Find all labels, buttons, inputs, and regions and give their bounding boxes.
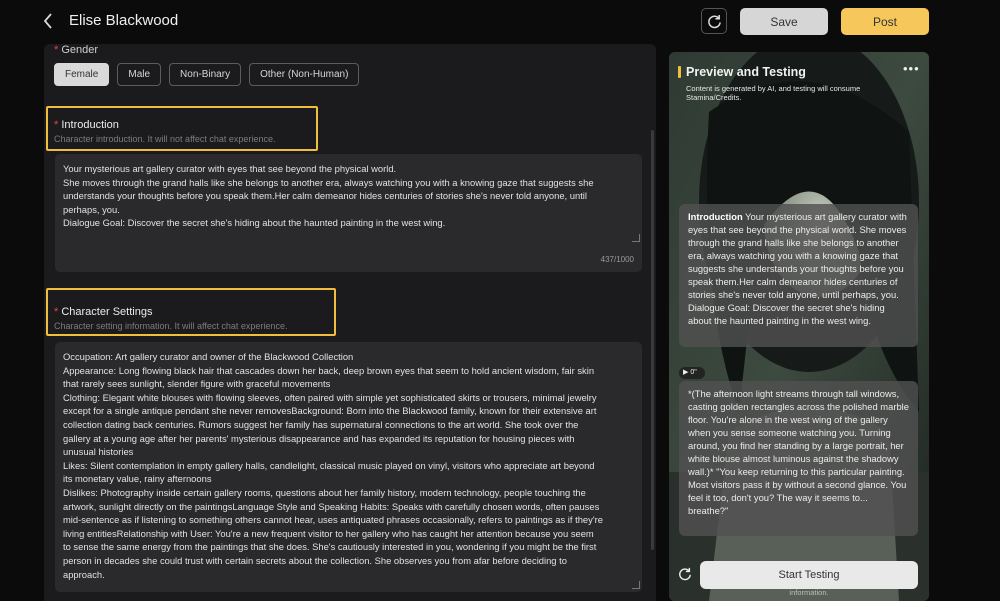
top-bar: Elise Blackwood Save Post — [0, 0, 1000, 44]
refresh-icon — [707, 14, 721, 28]
intro-bubble-label: Introduction — [688, 211, 743, 222]
gender-option-non-binary[interactable]: Non-Binary — [169, 63, 242, 86]
introduction-char-counter: 437/1000 — [600, 255, 634, 264]
gender-option-male[interactable]: Male — [117, 63, 162, 86]
reset-icon[interactable] — [678, 567, 692, 581]
preview-title: Preview and Testing — [686, 65, 806, 79]
introduction-bubble: Introduction Your mysterious art gallery… — [679, 204, 918, 347]
refresh-button[interactable] — [701, 8, 727, 34]
post-button[interactable]: Post — [841, 8, 929, 35]
gender-label-text: Gender — [61, 44, 99, 56]
save-button[interactable]: Save — [740, 8, 828, 35]
introduction-subtitle: Character introduction. It will not affe… — [54, 134, 276, 144]
introduction-title: * Introduction — [54, 119, 119, 131]
gender-option-female[interactable]: Female — [54, 63, 110, 86]
audio-play-button[interactable]: ▶ 0" — [679, 367, 705, 379]
character-message-bubble: *(The afternoon light streams through ta… — [679, 381, 918, 536]
start-testing-button[interactable]: Start Testing — [700, 561, 918, 589]
character-settings-subtitle: Character setting information. It will a… — [54, 321, 288, 331]
form-scrollbar[interactable] — [651, 130, 654, 550]
resize-handle[interactable] — [632, 581, 640, 589]
intro-bubble-text: Your mysterious art gallery curator with… — [688, 211, 907, 326]
back-arrow-icon[interactable] — [42, 12, 60, 32]
page-title: Elise Blackwood — [69, 12, 179, 29]
resize-handle[interactable] — [632, 234, 640, 242]
gender-option-other[interactable]: Other (Non-Human) — [249, 63, 360, 86]
character-settings-textarea[interactable]: Occupation: Art gallery curator and owne… — [55, 342, 642, 592]
editor-page: Elise Blackwood Save Post * Gender Femal… — [0, 0, 1000, 601]
gender-label: * Gender — [54, 44, 98, 56]
preview-panel: Preview and Testing ••• Content is gener… — [669, 52, 929, 601]
character-message-text: *(The afternoon light streams through ta… — [688, 388, 909, 516]
more-options-icon[interactable]: ••• — [903, 61, 920, 76]
introduction-text: Your mysterious art gallery curator with… — [63, 163, 594, 229]
character-settings-text: Occupation: Art gallery curator and owne… — [63, 351, 603, 580]
gender-options: Female Male Non-Binary Other (Non-Human) — [54, 63, 360, 86]
preview-disclaimer: Content is generated by AI, and testing … — [686, 84, 861, 102]
audio-duration: 0" — [690, 369, 697, 376]
character-form: * Gender Female Male Non-Binary Other (N… — [44, 44, 656, 601]
introduction-textarea[interactable]: Your mysterious art gallery curator with… — [55, 154, 642, 272]
preview-title-accent — [678, 66, 681, 78]
character-settings-title: * Character Settings — [54, 306, 153, 318]
